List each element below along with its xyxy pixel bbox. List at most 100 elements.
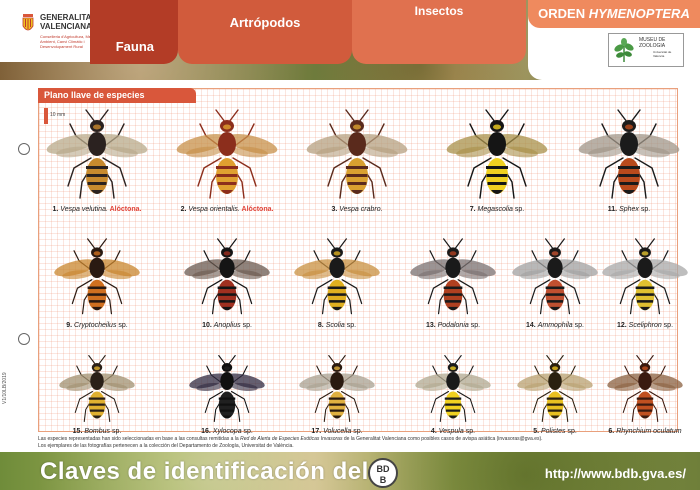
species-suffix: sp. — [565, 428, 577, 435]
species-card: 8. Scolia sp. — [282, 228, 392, 340]
bdb-logo[interactable]: BD B — [368, 458, 398, 488]
species-caption: 11. Sphex sp. — [574, 206, 684, 213]
species-name: Rhynchium oculatum — [616, 428, 682, 435]
bdb-logo-line1: BD — [376, 464, 390, 474]
species-caption: 6. Rhynchium oculatum — [590, 428, 700, 435]
species-number: 17. — [311, 428, 324, 435]
wasp-illustration-icon — [446, 109, 548, 199]
species-caption: 8. Scolia sp. — [282, 322, 392, 329]
species-suffix: sp. — [638, 206, 651, 213]
wasp-illustration-icon — [602, 238, 688, 315]
orden-title: ORDEN HYMENOPTERA — [528, 0, 700, 28]
species-name: Sphex — [619, 206, 639, 213]
tab-insectos-label: Insectos — [414, 4, 464, 18]
species-suffix: sp. — [116, 322, 128, 329]
species-name: Scolia — [325, 322, 345, 329]
species-number: 10. — [202, 322, 214, 329]
wasp-illustration-icon — [189, 354, 265, 423]
footer-title: Claves de identificación del — [40, 458, 369, 485]
wasp-illustration-icon — [46, 109, 148, 199]
species-suffix: sp. — [110, 428, 122, 435]
species-name: Anoplius — [213, 322, 241, 329]
species-suffix: sp. — [512, 206, 525, 213]
tab-insectos[interactable]: Insectos — [352, 0, 526, 64]
species-card: 10. Anoplius sp. — [172, 228, 282, 340]
generalitat-emblem-icon — [22, 14, 34, 31]
tab-artropodos-label: Artrópodos — [229, 15, 301, 30]
wasp-illustration-icon — [184, 238, 270, 315]
note-collection: Los ejemplares de las fotografías perten… — [38, 443, 294, 449]
species-caption: 17. Volucella sp. — [282, 428, 392, 435]
species-number: 13. — [425, 322, 438, 329]
wasp-illustration-icon — [410, 238, 496, 315]
species-suffix: sp. — [344, 322, 357, 329]
species-number: 8. — [317, 322, 326, 329]
species-caption: 7. Megascolia sp. — [442, 206, 552, 213]
species-number: 15. — [72, 428, 85, 435]
species-card: 7. Megascolia sp. — [442, 106, 552, 218]
species-caption: 4. Vespula sp. — [398, 428, 508, 435]
species-number: 7. — [469, 206, 478, 213]
alien-badge: Alóctona. — [239, 206, 274, 213]
tab-fauna[interactable]: Fauna — [90, 0, 178, 64]
wasp-illustration-icon — [299, 354, 375, 423]
wasp-illustration-icon — [176, 109, 278, 199]
museu-zoologia-logo[interactable]: MUSEU DE ZOOLOGIA Universitat de Valènci… — [608, 33, 684, 67]
species-name: Vespula — [438, 428, 464, 435]
species-number: 14. — [526, 322, 538, 329]
species-caption: 10. Anoplius sp. — [172, 322, 282, 329]
gv-name-line2: VALENCIANA — [40, 22, 92, 31]
species-number: 11. — [607, 206, 620, 213]
tab-fauna-label: Fauna — [115, 39, 154, 54]
species-name: Cryptocheilus — [74, 322, 117, 329]
wasp-illustration-icon — [415, 354, 491, 423]
species-suffix: sp. — [463, 428, 476, 435]
museum-name: MUSEU DE ZOOLOGIA — [639, 37, 666, 49]
footer-banner: Claves de identificación del http://www.… — [0, 452, 700, 490]
species-name: Megascolia — [477, 206, 513, 213]
note-line1-post: de la Generalitat Valenciana como posibl… — [343, 436, 543, 442]
species-name: Sceliphron — [628, 322, 662, 329]
generalitat-name: GENERALITAT VALENCIANA — [40, 13, 96, 31]
species-card: 1. Vespa velutina. Alóctona. — [42, 106, 152, 218]
species-name: Xylocopa — [212, 428, 242, 435]
species-number: 16. — [201, 428, 213, 435]
species-card: 12. Sceliphron sp. — [590, 228, 700, 340]
tab-artropodos[interactable]: Artrópodos — [178, 0, 352, 64]
wasp-illustration-icon — [306, 109, 408, 199]
species-caption: 16. Xylocopa sp. — [172, 428, 282, 435]
note-selection: Las especies representadas han sido sele… — [38, 436, 678, 443]
wasp-illustration-icon — [607, 354, 683, 423]
orden-prefix: ORDEN — [538, 6, 586, 21]
note-line1-pre: Las especies representadas han sido sele… — [38, 436, 239, 442]
species-name: Polistes — [540, 428, 566, 435]
orden-name: HYMENOPTERA — [588, 6, 690, 21]
species-caption: 2. Vespa orientalis. Alóctona. — [172, 206, 282, 213]
species-caption: 13. Podalonia sp. — [398, 322, 508, 329]
species-card: 2. Vespa orientalis. Alóctona. — [172, 106, 282, 218]
species-suffix: sp. — [468, 322, 481, 329]
punch-hole-icon — [18, 333, 30, 345]
museum-sub: Universitat de València — [653, 50, 672, 58]
species-number: 12. — [616, 322, 629, 329]
footer-url-link[interactable]: http://www.bdb.gva.es/ — [545, 466, 686, 481]
species-card: 9. Cryptocheilus sp. — [42, 228, 152, 340]
species-caption: 15. Bombus sp. — [42, 428, 152, 435]
wasp-illustration-icon — [578, 109, 680, 199]
species-name: Ammophila — [537, 322, 573, 329]
species-name: Vespa orientalis. — [188, 206, 240, 213]
bdb-logo-line2: B — [379, 475, 387, 485]
note-line1-italic: Red de Alerta de Especies Exóticas Invas… — [240, 436, 343, 442]
panel-title: Plano llave de especies — [38, 88, 196, 103]
species-card: 11. Sphex sp. — [574, 106, 684, 218]
wasp-illustration-icon — [54, 238, 140, 315]
species-caption: 9. Cryptocheilus sp. — [42, 322, 152, 329]
species-card: 3. Vespa crabro. — [302, 106, 412, 218]
species-caption: 1. Vespa velutina. Alóctona. — [42, 206, 152, 213]
species-caption: 12. Sceliphron sp. — [590, 322, 700, 329]
gv-name-line1: GENERALITAT — [40, 13, 96, 22]
alien-badge: Alóctona. — [107, 206, 142, 213]
species-suffix: sp. — [572, 322, 584, 329]
species-number: 9. — [66, 322, 75, 329]
punch-hole-icon — [18, 143, 30, 155]
